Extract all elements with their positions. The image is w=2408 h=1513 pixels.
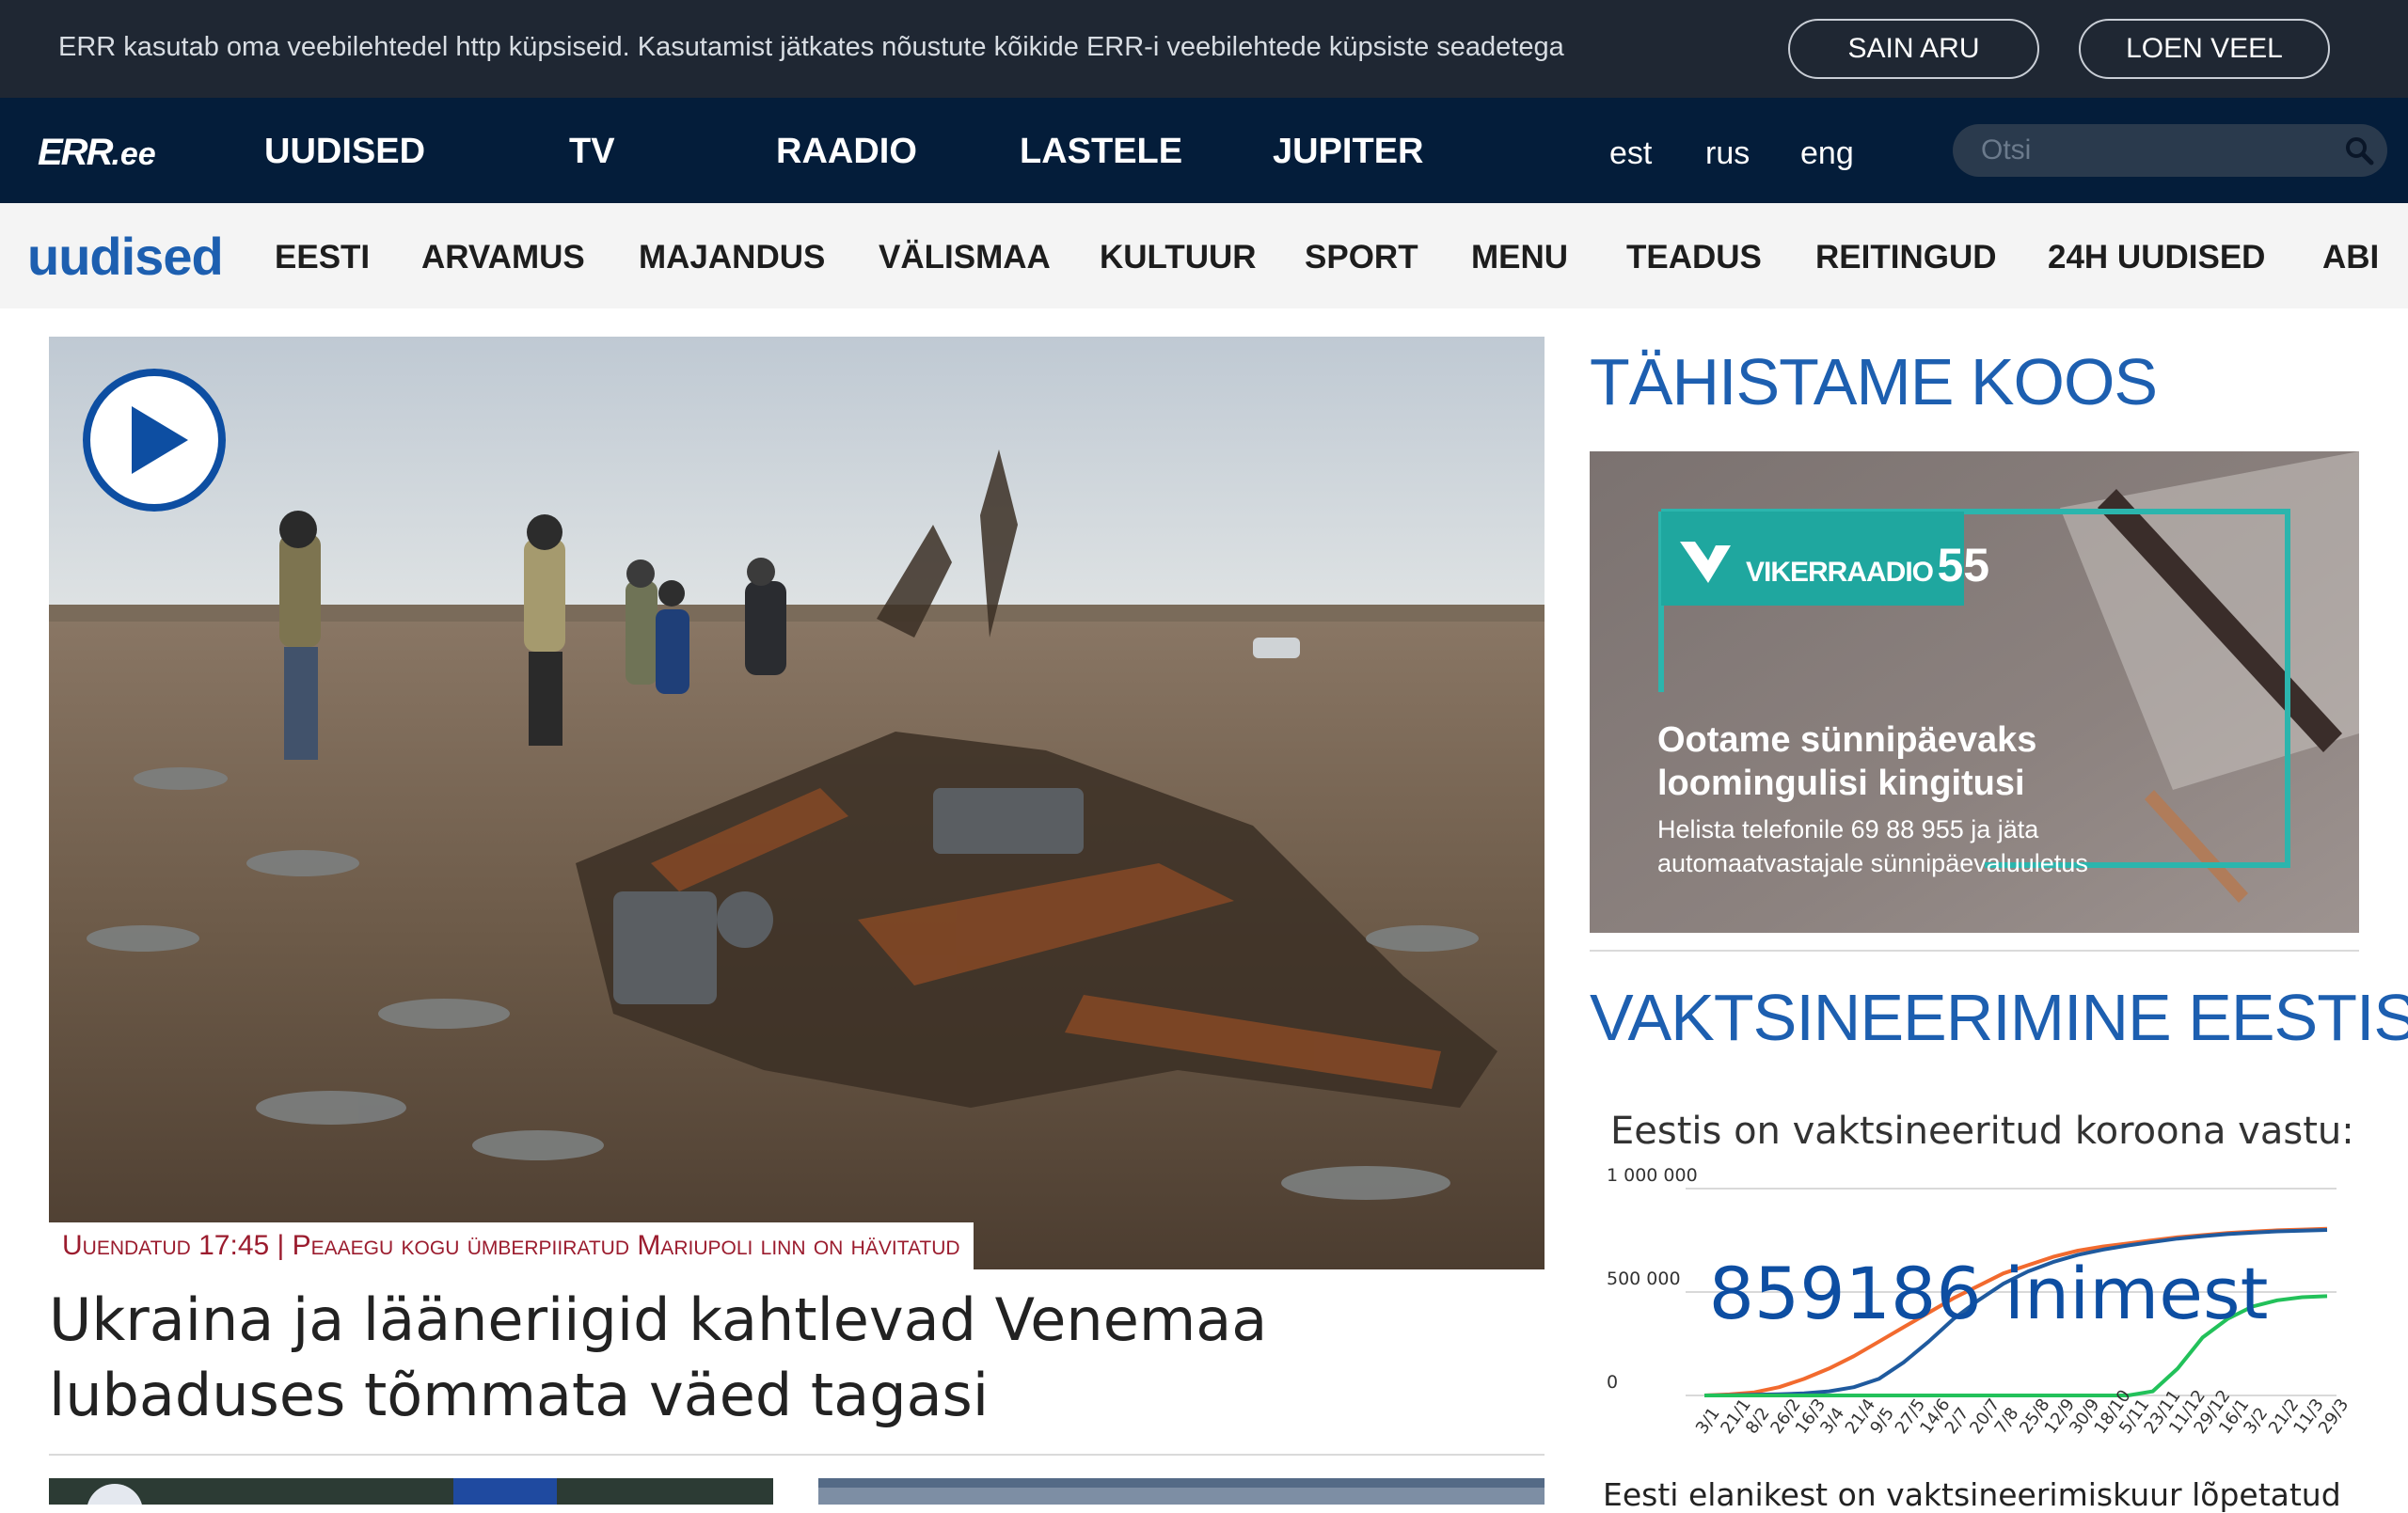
divider xyxy=(1590,950,2359,952)
logo-main: ERR xyxy=(38,132,113,173)
article-thumbnail[interactable] xyxy=(818,1478,1545,1505)
subnav-item-majandus[interactable]: MAJANDUS xyxy=(639,239,825,276)
article-thumbnail-image xyxy=(818,1478,1545,1505)
promo-heading-line1: Ootame sünnipäevaks xyxy=(1657,720,2037,760)
vaccination-line-chart: 1 000 000500 0000 3/121/18/226/216/33/42… xyxy=(1607,1165,2353,1438)
promo-brand: VIKERRAADIO 55 xyxy=(1746,538,1989,592)
topnav-item-jupiter[interactable]: JUPITER xyxy=(1273,132,1423,172)
subnav-item-sport[interactable]: SPORT xyxy=(1305,239,1418,276)
cookie-read-more-button[interactable]: LOEN VEEL xyxy=(2079,19,2330,79)
divider xyxy=(49,1454,1545,1456)
subnav-item-kultuur[interactable]: KULTUUR xyxy=(1100,239,1257,276)
subnav-item-arvamus[interactable]: ARVAMUS xyxy=(421,239,585,276)
promo-brand-name: VIKERRAADIO xyxy=(1746,557,1934,588)
section-logo-uudised[interactable]: uudised xyxy=(27,226,224,287)
chart-y-tick-label: 0 xyxy=(1607,1372,1618,1393)
video-play-icon[interactable] xyxy=(79,365,230,515)
promo-body: Helista telefonile 69 88 955 ja jäta aut… xyxy=(1657,812,2088,880)
promo-heading-line2: loomingulisi kingitusi xyxy=(1657,764,2025,803)
search-input[interactable] xyxy=(1981,132,2320,169)
subnav-item-menu[interactable]: MENU xyxy=(1471,239,1568,276)
top-navigation: ERR.ee UUDISED TV RAADIO LASTELE JUPITER… xyxy=(0,98,2408,203)
err-logo[interactable]: ERR.ee xyxy=(38,132,156,174)
hero-caption[interactable]: Uuendatud 17:45 | Peaaegu kogu ümberpiir… xyxy=(49,1222,974,1269)
vaccination-count: 859186 inimest xyxy=(1709,1252,2269,1335)
article-thumbnail-image xyxy=(49,1478,773,1505)
subnav-item-valismaa[interactable]: VÄLISMAA xyxy=(879,239,1051,276)
subnav-item-abi[interactable]: ABI xyxy=(2322,239,2379,276)
hero-photo xyxy=(49,337,1545,1269)
lang-eng-link[interactable]: eng xyxy=(1800,135,1854,172)
hero-article-image[interactable]: Uuendatud 17:45 | Peaaegu kogu ümberpiir… xyxy=(49,337,1545,1269)
promo-body-line1: Helista telefonile 69 88 955 ja jäta xyxy=(1657,815,2039,843)
hero-headline[interactable]: Ukraina ja lääneriigid kahtlevad Venemaa… xyxy=(49,1283,1545,1433)
lang-est-link[interactable]: est xyxy=(1609,135,1652,172)
promo-brand-number: 55 xyxy=(1937,539,1990,591)
cookie-accept-button[interactable]: SAIN ARU xyxy=(1788,19,2039,79)
search-box xyxy=(1953,124,2387,177)
subnav-item-reitingud[interactable]: REITINGUD xyxy=(1815,239,1997,276)
logo-suffix: .ee xyxy=(111,136,156,172)
vaccination-footer-text: Eesti elanikest on vaktsineerimiskuur lõ… xyxy=(1603,1476,2341,1513)
topnav-item-raadio[interactable]: RAADIO xyxy=(776,132,917,172)
topnav-item-uudised[interactable]: UUDISED xyxy=(264,132,425,172)
vaccination-subtitle: Eestis on vaktsineeritud koroona vastu: xyxy=(1610,1110,2354,1153)
vaccination-section-title: VAKTSINEERIMINE EESTIS xyxy=(1590,981,2408,1054)
vikerraadio-promo-banner[interactable]: VIKERRAADIO 55 Ootame sünnipäevaks loomi… xyxy=(1590,451,2359,933)
search-icon[interactable] xyxy=(2344,135,2374,165)
topnav-item-lastele[interactable]: LASTELE xyxy=(1020,132,1182,172)
lang-rus-link[interactable]: rus xyxy=(1705,135,1750,172)
cookie-banner: ERR kasutab oma veebilehtedel http küpsi… xyxy=(0,0,2408,98)
cookie-notice-text: ERR kasutab oma veebilehtedel http küpsi… xyxy=(58,32,1564,62)
subnav-item-teadus[interactable]: TEADUS xyxy=(1626,239,1762,276)
promo-heading: Ootame sünnipäevaks loomingulisi kingitu… xyxy=(1657,718,2036,805)
promo-body-line2: automaatvastajale sünnipäevaluuletus xyxy=(1657,849,2088,877)
subnav-item-24h-uudised[interactable]: 24H UUDISED xyxy=(2048,239,2265,276)
topnav-item-tv[interactable]: TV xyxy=(569,132,615,172)
promo-section-title: TÄHISTAME KOOS xyxy=(1590,345,2158,418)
chart-y-tick-label: 1 000 000 xyxy=(1607,1165,1698,1186)
section-navigation: uudised EESTI ARVAMUS MAJANDUS VÄLISMAA … xyxy=(0,203,2408,308)
chart-x-tick-label: 3/1 xyxy=(1692,1404,1724,1438)
chart-y-tick-label: 500 000 xyxy=(1607,1269,1681,1289)
subnav-item-eesti[interactable]: EESTI xyxy=(275,239,370,276)
vaccination-chart: 1 000 000 500 000 0 3/1 21/1 8/2 26/2 16/3 3/4 2… xyxy=(1590,1162,2359,1444)
article-thumbnail[interactable] xyxy=(49,1478,773,1505)
